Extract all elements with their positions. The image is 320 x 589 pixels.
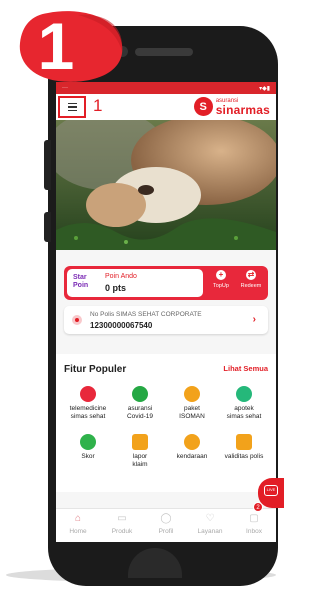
redeem-icon: ⇄	[246, 270, 256, 280]
polis-number: 12300000067540	[90, 321, 153, 330]
step-badge: 1	[18, 5, 126, 87]
phone-volume-down-button	[44, 212, 51, 242]
plus-icon: +	[216, 270, 226, 280]
feature-kendaraan[interactable]: kendaraan	[167, 434, 217, 461]
polis-status-icon	[72, 315, 82, 325]
nav-label: Produk	[111, 528, 133, 535]
phone-screen: ··· ▾◆▮ 1 S asuransi sinarmas Star Poin …	[56, 82, 276, 542]
nav-profil[interactable]: ◯ Profil	[146, 513, 186, 535]
package-icon	[184, 386, 200, 402]
topup-label: TopUp	[213, 283, 229, 289]
redeem-button[interactable]: ⇄ Redeem	[236, 270, 266, 289]
poin-value: 0 pts	[105, 283, 127, 293]
vehicle-icon	[184, 434, 200, 450]
feature-label: asuransi	[127, 405, 153, 412]
home-icon: ⌂	[74, 513, 82, 524]
phone-speaker	[135, 48, 193, 56]
redeem-label: Redeem	[240, 283, 262, 289]
nav-label: Home	[69, 528, 87, 535]
feature-label: lapor	[132, 453, 148, 460]
feature-label: simas sehat	[226, 413, 262, 420]
fitur-populer-section: Fitur Populer Lihat Semua telemedicine s…	[56, 354, 276, 492]
feature-label: apotek	[234, 405, 254, 412]
polis-label: No Polis SIMAS SEHAT CORPORATE	[90, 311, 202, 318]
app-header: 1 S asuransi sinarmas	[56, 94, 276, 120]
feature-telemedicine[interactable]: telemedicine simas sehat	[63, 386, 113, 421]
feature-label: Skor	[81, 453, 95, 460]
telemedicine-icon	[80, 386, 96, 402]
feature-validitas-polis[interactable]: validitas polis	[219, 434, 269, 461]
status-right: ▾◆▮	[259, 85, 270, 92]
lihat-semua-link[interactable]: Lihat Semua	[223, 364, 268, 373]
pharmacy-icon	[236, 386, 252, 402]
poin-label: Poin Ando	[105, 273, 137, 280]
nav-produk[interactable]: ▭ Produk	[102, 513, 142, 535]
feature-label: paket	[184, 405, 200, 412]
star-poin-logo-icon: Star Poin	[73, 274, 95, 292]
nav-layanan[interactable]: ♡ Layanan	[190, 513, 230, 535]
feature-label: telemedicine	[69, 405, 107, 412]
polis-card[interactable]: No Polis SIMAS SEHAT CORPORATE 123000000…	[64, 306, 268, 334]
hero-banner-image[interactable]	[56, 120, 276, 250]
service-icon: ♡	[205, 513, 215, 524]
poin-balance-box: Star Poin Poin Ando 0 pts	[67, 269, 203, 297]
fitur-title: Fitur Populer	[64, 364, 127, 375]
feature-label: ISOMAN	[179, 413, 205, 420]
nav-label: Layanan	[197, 528, 223, 535]
nav-home[interactable]: ⌂ Home	[58, 513, 98, 535]
brand-name: sinarmas	[215, 102, 270, 117]
feature-skor[interactable]: Skor	[63, 434, 113, 461]
product-icon: ▭	[117, 513, 127, 524]
profile-icon: ◯	[160, 513, 172, 524]
feature-label: simas sehat	[70, 413, 106, 420]
phone-volume-up-button	[44, 140, 51, 190]
nav-label: Inbox	[246, 528, 262, 535]
chevron-right-icon: ›	[252, 314, 256, 325]
feature-label: Covid-19	[126, 413, 153, 420]
sinarmas-logo-icon: S	[193, 97, 213, 116]
feature-label: klaim	[132, 461, 148, 468]
feature-apotek[interactable]: apotek simas sehat	[219, 386, 269, 421]
nav-label: Profil	[158, 528, 174, 535]
feature-label: kendaraan	[176, 453, 208, 460]
nav-inbox[interactable]: ▢ Inbox	[234, 513, 274, 535]
inbox-icon: ▢	[249, 513, 259, 524]
validity-icon	[236, 434, 252, 450]
home-content-panel: Star Poin Poin Ando 0 pts + TopUp ⇄ Rede…	[56, 250, 276, 542]
star-poin-card[interactable]: Star Poin Poin Ando 0 pts + TopUp ⇄ Rede…	[64, 266, 268, 300]
topup-button[interactable]: + TopUp	[206, 270, 236, 289]
annotation-number: 1	[93, 96, 103, 115]
brand-logo: S asuransi sinarmas	[193, 97, 270, 117]
score-icon	[80, 434, 96, 450]
live-chat-badge: 2	[253, 502, 263, 512]
step-badge-number: 1	[37, 9, 75, 83]
feature-lapor-klaim[interactable]: lapor klaim	[115, 434, 165, 469]
tutorial-stage: ··· ▾◆▮ 1 S asuransi sinarmas Star Poin …	[0, 0, 284, 589]
feature-covid[interactable]: asuransi Covid-19	[115, 386, 165, 421]
bottom-navigation: ⌂ Home ▭ Produk ◯ Profil ♡ Layanan ▢ Inb…	[56, 508, 276, 542]
feature-label: validitas polis	[224, 453, 264, 460]
covid-icon	[132, 386, 148, 402]
star-poin-logo-text-2: Poin	[73, 282, 89, 289]
hamburger-menu-icon[interactable]	[58, 96, 86, 118]
claim-icon	[132, 434, 148, 450]
star-poin-logo-text-1: Star	[73, 274, 87, 281]
live-chat-icon: LIVE	[264, 485, 278, 496]
feature-isoman[interactable]: paket ISOMAN	[167, 386, 217, 421]
